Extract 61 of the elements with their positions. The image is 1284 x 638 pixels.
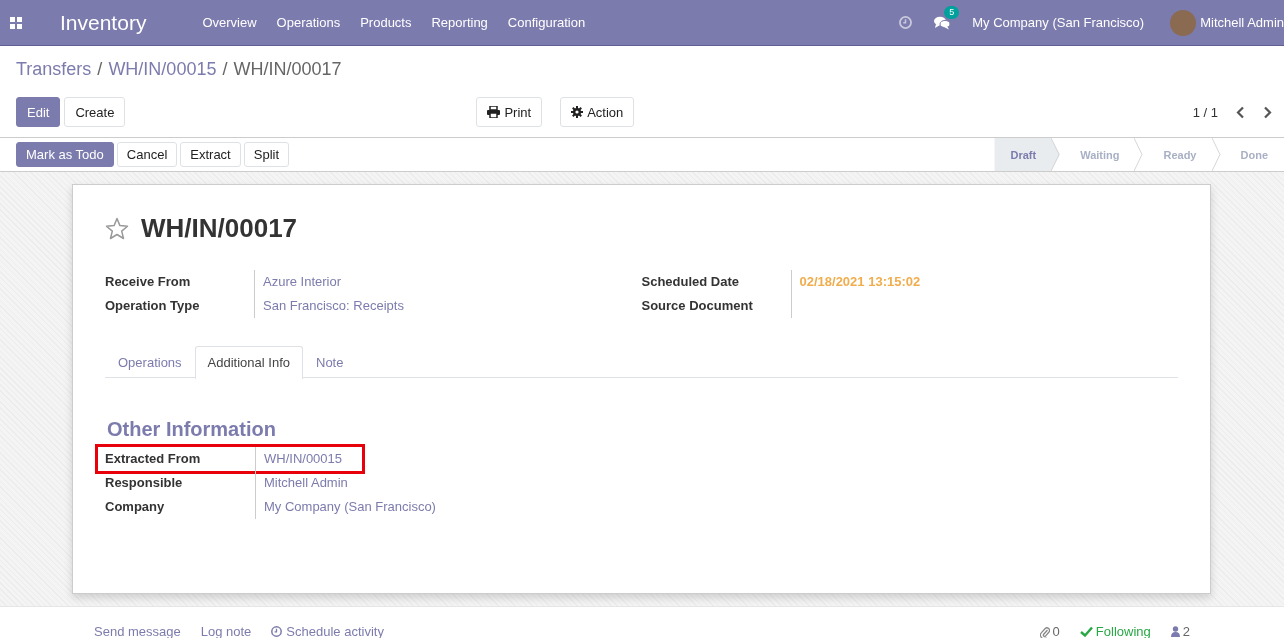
menu-item[interactable]: Operations <box>266 0 351 45</box>
field-label: Scheduled Date <box>641 270 792 294</box>
section-title: Other Information <box>107 418 277 441</box>
field-value[interactable]: My Company (San Francisco) <box>256 495 436 519</box>
tab[interactable]: Additional Info <box>194 346 303 379</box>
app-title: Inventory <box>60 10 147 35</box>
breadcrumb-link[interactable]: Transfers <box>16 58 92 80</box>
printer-icon <box>487 106 501 118</box>
user-icon <box>1170 626 1180 637</box>
menu-item[interactable]: Configuration <box>497 0 596 45</box>
field-value[interactable]: Azure Interior <box>255 270 642 294</box>
header-button[interactable]: Mark as Todo <box>16 142 114 167</box>
field-label: Operation Type <box>105 294 255 318</box>
field-value[interactable]: WH/IN/00015 <box>256 447 343 471</box>
header-button[interactable]: Split <box>243 142 290 167</box>
header-button[interactable]: Extract <box>180 142 241 167</box>
field-label: Receive From <box>105 270 255 294</box>
chevron-right-icon[interactable] <box>1263 105 1272 119</box>
schedule-activity-link[interactable]: Schedule activity <box>271 624 384 638</box>
chat-bubbles-icon[interactable] <box>934 15 951 30</box>
field-value[interactable]: Mitchell Admin <box>256 471 348 495</box>
paperclip-icon <box>1039 625 1050 638</box>
status-step[interactable]: Draft <box>994 138 1061 171</box>
field-label: Responsible <box>105 471 256 495</box>
chatter-link[interactable]: Log note <box>200 624 252 638</box>
field-label: Source Document <box>641 294 792 318</box>
followers-button[interactable]: 2 <box>1170 624 1190 638</box>
gear-icon <box>571 106 584 118</box>
chatter-link[interactable]: Send message <box>94 624 181 638</box>
breadcrumb-current: WH/IN/00017 <box>233 58 342 80</box>
message-count-badge: 5 <box>944 5 960 19</box>
edit-button[interactable]: Edit <box>16 97 61 127</box>
field-label: Extracted From <box>105 447 256 471</box>
activity-clock-icon[interactable] <box>899 16 913 29</box>
header-button[interactable]: Cancel <box>116 142 178 167</box>
menu-item[interactable]: Products <box>350 0 422 45</box>
field-label: Company <box>105 495 256 519</box>
breadcrumb-separator: / <box>222 58 228 80</box>
attachments-button[interactable]: 0 <box>1039 624 1060 638</box>
following-button[interactable]: Following <box>1079 624 1151 638</box>
record-title: WH/IN/00017 <box>141 213 298 244</box>
action-button[interactable]: Action <box>560 97 635 127</box>
field-value: 02/18/2021 13:15:02 <box>798 273 922 291</box>
user-menu[interactable]: Mitchell Admin <box>1200 15 1284 30</box>
menu-item[interactable]: Overview <box>192 0 267 45</box>
check-icon <box>1079 626 1093 637</box>
avatar-placeholder <box>1170 9 1197 36</box>
print-button[interactable]: Print <box>476 97 543 127</box>
star-icon[interactable] <box>105 217 129 240</box>
tab[interactable]: Operations <box>105 346 195 378</box>
pager-value: 1 / 1 <box>1192 104 1218 120</box>
create-button[interactable]: Create <box>64 97 126 127</box>
menu-item[interactable]: Reporting <box>421 0 498 45</box>
breadcrumb-separator: / <box>97 58 103 80</box>
clock-icon <box>271 626 283 637</box>
apps-menu-icon[interactable] <box>10 16 22 29</box>
breadcrumb-link[interactable]: WH/IN/00015 <box>108 58 217 80</box>
company-switcher[interactable]: My Company (San Francisco) <box>972 15 1145 30</box>
tab[interactable]: Note <box>303 346 357 378</box>
chevron-left-icon[interactable] <box>1236 105 1245 119</box>
field-value[interactable]: San Francisco: Receipts <box>255 294 642 318</box>
